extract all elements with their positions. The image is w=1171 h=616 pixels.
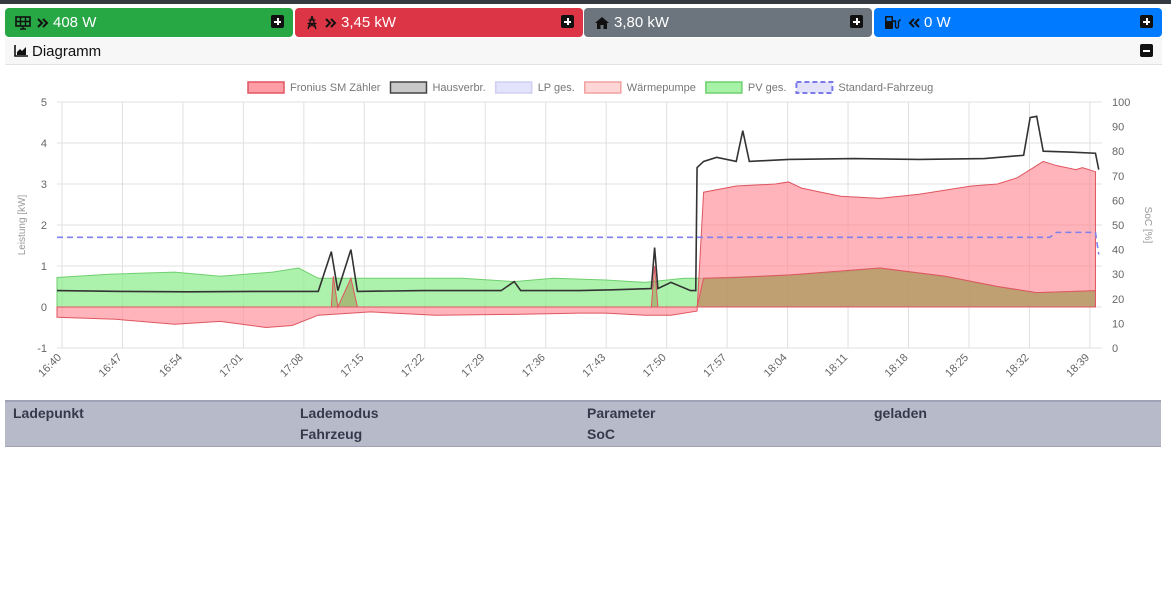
charging-station-icon — [884, 15, 902, 30]
y-tick-label: 0 — [41, 302, 47, 314]
x-tick-label: 18:11 — [823, 352, 850, 379]
legend-swatch — [247, 81, 285, 94]
col-lademodus: Lademodus — [300, 405, 379, 421]
power-chart: -1 0 1 2 3 4 5 16:40 16:47 16:54 17:01 17:08 17:15 17… — [17, 81, 1153, 380]
x-tick-label: 17:43 — [580, 352, 608, 380]
y2-tick-label: 40 — [1112, 245, 1124, 257]
x-tick-label: 17:50 — [641, 352, 669, 380]
x-tick-label: 16:54 — [157, 352, 185, 380]
status-tile-0[interactable]: 408 W — [5, 8, 293, 37]
legend-swatch — [389, 81, 428, 94]
legend-label: Wärmepumpe — [627, 82, 696, 94]
status-tile-3[interactable]: 0 W — [874, 8, 1162, 37]
col-fahrzeug: Fahrzeug — [300, 426, 363, 442]
y2-tick-label: 60 — [1112, 195, 1124, 207]
power-grid-icon — [305, 15, 319, 30]
y2-tick-label: 70 — [1112, 171, 1124, 183]
col-ladepunkt: Ladepunkt — [13, 405, 84, 421]
x-tick-label: 17:29 — [459, 352, 487, 380]
y-tick-label: 5 — [41, 97, 47, 109]
area-chart-icon — [14, 45, 28, 57]
legend-label: Standard-Fahrzeug — [838, 82, 933, 94]
col-geladen: geladen — [874, 405, 927, 421]
double-chevron-left-icon — [908, 17, 920, 28]
top-bar — [0, 0, 1171, 4]
x-tick-label: 18:25 — [943, 352, 971, 380]
collapse-button[interactable] — [1140, 44, 1153, 57]
house-icon — [594, 16, 610, 30]
y2-tick-label: 20 — [1112, 294, 1124, 306]
col-soc: SoC — [587, 426, 615, 442]
x-tick-label: 18:39 — [1064, 352, 1092, 380]
legend-swatch — [584, 81, 622, 94]
ladepunkt-table-header: Ladepunkt Lademodus Parameter geladen Fa… — [5, 400, 1161, 447]
expand-button[interactable] — [850, 15, 863, 28]
y-tick-label: 2 — [41, 220, 47, 232]
tile-value: 3,80 kW — [614, 14, 670, 31]
expand-button[interactable] — [561, 15, 574, 28]
status-tile-1[interactable]: 3,45 kW — [295, 8, 583, 37]
y2-tick-label: 0 — [1112, 343, 1118, 355]
x-tick-label: 17:15 — [338, 352, 366, 380]
double-chevron-right-icon — [325, 17, 337, 28]
tile-value: 408 W — [53, 14, 97, 31]
y2-tick-label: 80 — [1112, 146, 1124, 158]
y2-axis-label: SoC [%] — [1142, 207, 1153, 244]
x-tick-label: 18:04 — [762, 352, 790, 380]
expand-button[interactable] — [271, 15, 284, 28]
x-tick-label: 17:08 — [278, 352, 306, 380]
y-axis-label: Leistung [kW] — [17, 194, 28, 255]
x-tick-label: 16:40 — [36, 352, 64, 380]
x-tick-label: 17:01 — [218, 352, 246, 380]
x-tick-label: 18:18 — [883, 352, 911, 380]
chart-panel-header[interactable]: Diagramm — [5, 38, 1162, 65]
chart-area: -1 0 1 2 3 4 5 16:40 16:47 16:54 17:01 17:08 17:15 17… — [5, 65, 1162, 400]
y2-tick-label: 100 — [1112, 97, 1130, 109]
tile-value: 3,45 kW — [341, 14, 397, 31]
y2-tick-label: 50 — [1112, 220, 1124, 232]
solar-panel-icon — [15, 15, 31, 30]
y2-tick-label: 30 — [1112, 269, 1124, 281]
legend-swatch — [795, 81, 834, 94]
legend-swatch — [494, 81, 533, 94]
expand-button[interactable] — [1140, 15, 1153, 28]
status-tile-2[interactable]: 3,80 kW — [584, 8, 872, 37]
x-tick-label: 16:47 — [97, 352, 125, 380]
y2-tick-label: 10 — [1112, 318, 1124, 330]
x-tick-label: 17:57 — [701, 352, 729, 380]
x-tick-label: 17:22 — [399, 352, 427, 380]
x-tick-label: 18:32 — [1004, 352, 1032, 380]
y-tick-label: 4 — [41, 138, 47, 150]
chart-panel-title: Diagramm — [32, 42, 102, 60]
y-tick-label: 3 — [41, 179, 47, 191]
legend-label: Hausverbr. — [432, 82, 485, 94]
double-chevron-right-icon — [37, 17, 49, 28]
legend-swatch — [705, 81, 743, 94]
legend-label: Fronius SM Zähler — [290, 82, 381, 94]
legend-label: LP ges. — [538, 82, 575, 94]
y-tick-label: -1 — [37, 343, 47, 355]
tile-value: 0 W — [924, 14, 951, 31]
y2-tick-label: 90 — [1112, 122, 1124, 134]
y-tick-label: 1 — [41, 261, 47, 273]
col-parameter: Parameter — [587, 405, 656, 421]
x-tick-label: 17:36 — [520, 352, 548, 380]
legend-label: PV ges. — [748, 82, 787, 94]
